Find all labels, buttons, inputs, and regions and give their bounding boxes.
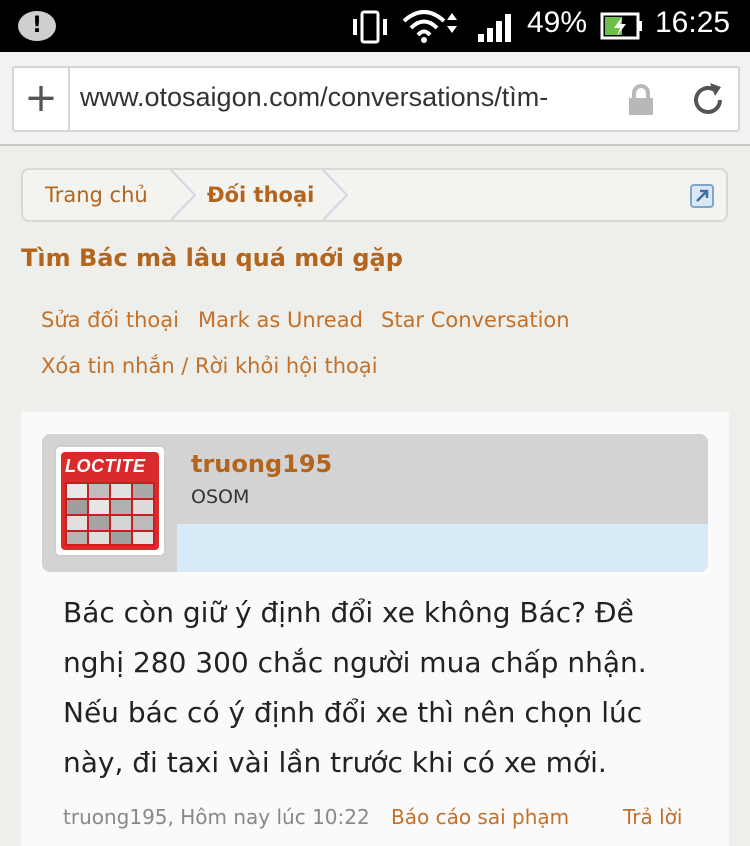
breadcrumb-separator-icon (322, 169, 349, 221)
message-username[interactable]: truong195 (191, 450, 332, 478)
avatar-logo-text: LOCTITE (65, 456, 146, 476)
clock: 16:25 (655, 6, 731, 39)
warning-icon: ! (18, 11, 56, 41)
reply-link[interactable]: Trả lời (623, 805, 682, 829)
message-meta[interactable]: truong195, Hôm nay lúc 10:22 (63, 805, 370, 829)
mark-unread-link[interactable]: Mark as Unread (198, 308, 363, 332)
battery-charging-icon (600, 12, 642, 40)
new-tab-button[interactable]: + (14, 68, 70, 130)
page-title: Tìm Bác mà lâu quá mới gặp (21, 244, 403, 272)
avatar[interactable]: LOCTITE (54, 445, 166, 557)
wifi-icon (402, 10, 457, 43)
signal-icon (478, 14, 511, 42)
breadcrumb-separator-icon (170, 169, 197, 221)
edit-conversation-link[interactable]: Sửa đối thoại (41, 308, 179, 332)
avatar-image-icon (65, 482, 155, 546)
status-bar: ! 49% 16:25 (0, 0, 750, 52)
user-title: OSOM (191, 486, 250, 508)
address-bar[interactable]: + www.otosaigon.com/conversations/tìm- (12, 66, 740, 132)
star-conversation-link[interactable]: Star Conversation (381, 308, 570, 332)
leave-conversation-link[interactable]: Xóa tin nhắn / Rời khỏi hội thoại (41, 354, 378, 378)
lock-icon (629, 84, 653, 115)
breadcrumb: Trang chủ Đối thoại (21, 168, 728, 222)
battery-percent: 49% (527, 6, 588, 39)
breadcrumb-home-link[interactable]: Trang chủ (45, 183, 148, 207)
message-body: Bác còn giữ ý định đổi xe không Bác? Đề … (63, 596, 647, 779)
reload-icon[interactable] (688, 80, 728, 120)
browser-toolbar: + www.otosaigon.com/conversations/tìm- (0, 52, 750, 146)
message-user-info: LOCTITE truong195 OSOM (42, 434, 708, 572)
breadcrumb-current[interactable]: Đối thoại (207, 183, 314, 207)
report-link[interactable]: Báo cáo sai phạm (391, 805, 569, 829)
jump-to-icon[interactable] (689, 183, 715, 209)
url-text[interactable]: www.otosaigon.com/conversations/tìm- (80, 82, 620, 113)
vibrate-icon (353, 10, 387, 44)
message-card: LOCTITE truong195 OSOM Bác còn giữ ý địn… (21, 412, 729, 846)
